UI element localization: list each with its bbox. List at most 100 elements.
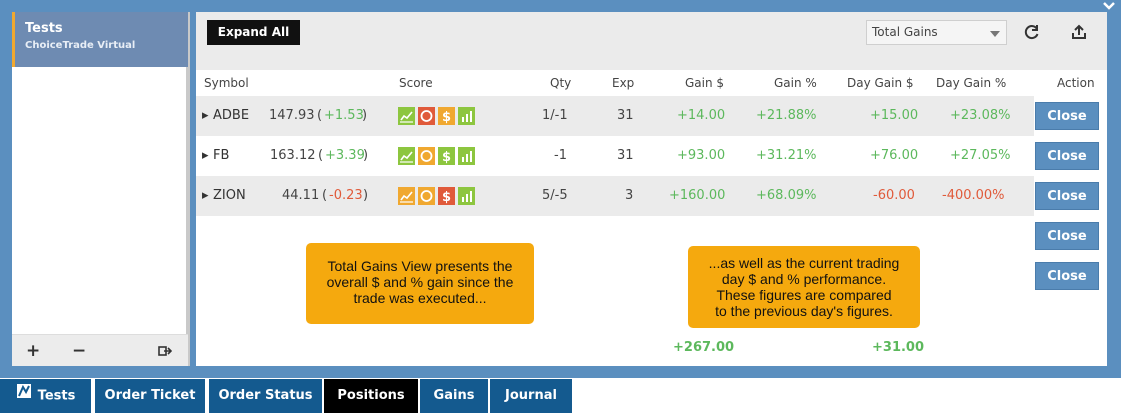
callout-total-gains: Total Gains View presents the overall $ …: [306, 243, 534, 324]
circle-icon[interactable]: [418, 107, 435, 125]
table-row[interactable]: ▸ ZION 44.11 ( -0.23 ) $ 5/-5 3 +160.00 …: [196, 176, 1034, 216]
day-gain: -60.00: [873, 188, 915, 203]
svg-text:$: $: [442, 190, 451, 205]
callout-line: day $ and % performance.: [721, 271, 887, 287]
tab-journal[interactable]: Journal: [490, 379, 574, 413]
table-header: Symbol Score Qty Exp Gain $ Gain % Day G…: [196, 72, 1107, 94]
close-button[interactable]: Close: [1035, 182, 1099, 210]
trend-chart-icon[interactable]: [398, 147, 415, 165]
qty: -1: [554, 148, 567, 163]
accounts-panel: Tests ChoiceTrade Virtual + −: [12, 12, 190, 366]
col-day-gain[interactable]: Day Gain $: [847, 76, 914, 90]
total-gain: +267.00: [673, 340, 735, 355]
tab-order-status[interactable]: Order Status: [209, 379, 324, 413]
exp: 31: [617, 108, 634, 123]
accounts-footer: + −: [12, 334, 188, 366]
expand-arrow-icon[interactable]: ▸: [202, 176, 209, 216]
callout-line: to the previous day's figures.: [715, 303, 893, 319]
callout-day-performance: ...as well as the current trading day $ …: [688, 246, 920, 328]
col-qty[interactable]: Qty: [550, 76, 571, 90]
exp: 31: [617, 148, 634, 163]
expand-arrow-icon[interactable]: ▸: [202, 136, 209, 176]
gain-pct: +68.09%: [756, 188, 817, 203]
price-change: +3.39: [325, 148, 365, 163]
day-gain-pct: +23.08%: [950, 108, 1011, 123]
account-icon: [16, 379, 32, 413]
symbol[interactable]: ZION: [213, 176, 246, 216]
gain: +14.00: [677, 108, 726, 123]
callout-line: Total Gains View presents the: [327, 258, 513, 274]
callout-line: overall $ and % gain since the: [326, 274, 514, 290]
view-select-value: Total Gains: [872, 25, 938, 39]
tab-order-ticket[interactable]: Order Ticket: [95, 379, 207, 413]
gain-pct: +31.21%: [756, 148, 817, 163]
table-row[interactable]: ▸ FB 163.12 ( +3.39 ) $ -1 31 +93.00 +31…: [196, 136, 1034, 176]
close-button[interactable]: Close: [1035, 142, 1099, 170]
bar-chart-icon[interactable]: [458, 187, 475, 205]
total-day-gain: +31.00: [872, 340, 925, 355]
trend-chart-icon[interactable]: [398, 107, 415, 125]
col-action[interactable]: Action: [1057, 76, 1095, 90]
price-change: +1.53: [324, 108, 364, 123]
day-gain-pct: -400.00%: [942, 188, 1005, 203]
price: 147.93: [269, 108, 315, 123]
upload-icon[interactable]: [1069, 22, 1089, 42]
account-item[interactable]: Tests ChoiceTrade Virtual: [12, 12, 188, 67]
expand-arrow-icon[interactable]: ▸: [202, 96, 209, 136]
gain-pct: +21.88%: [756, 108, 817, 123]
price-change: -0.23: [329, 188, 363, 203]
toolbar: Expand All Total Gains: [196, 12, 1107, 70]
table-row[interactable]: ▸ ADBE 147.93 ( +1.53 ) $ 1/-1 31 +14.00…: [196, 96, 1034, 136]
qty: 1/-1: [542, 108, 568, 123]
col-score[interactable]: Score: [399, 76, 433, 90]
close-button[interactable]: Close: [1035, 222, 1099, 250]
qty: 5/-5: [542, 188, 568, 203]
tab-gains[interactable]: Gains: [420, 379, 490, 413]
callout-line: These figures are compared: [716, 287, 892, 303]
day-gain: +15.00: [870, 108, 919, 123]
price: 163.12: [270, 148, 316, 163]
tab-label: Tests: [37, 388, 76, 404]
col-day-gain-pct[interactable]: Day Gain %: [936, 76, 1006, 90]
tab-positions[interactable]: Positions: [324, 379, 420, 413]
dollar-icon[interactable]: $: [438, 107, 455, 125]
circle-icon[interactable]: [418, 147, 435, 165]
positions-window: Tests ChoiceTrade Virtual + − Expand All…: [0, 0, 1121, 378]
col-symbol[interactable]: Symbol: [204, 76, 249, 90]
col-gain-pct[interactable]: Gain %: [774, 76, 817, 90]
positions-panel: Expand All Total Gains Symbol Score Qty …: [196, 12, 1107, 366]
add-account-button[interactable]: +: [26, 341, 40, 361]
price: 44.11: [282, 188, 320, 203]
caret-down-icon: [990, 31, 1000, 37]
symbol[interactable]: ADBE: [213, 96, 249, 136]
tab-tests[interactable]: Tests: [0, 379, 93, 413]
expand-all-button[interactable]: Expand All: [207, 20, 300, 45]
account-name: Tests: [25, 21, 63, 36]
callout-line: trade was executed...: [353, 290, 487, 306]
close-button[interactable]: Close: [1035, 102, 1099, 130]
account-type: ChoiceTrade Virtual: [25, 40, 136, 51]
day-gain: +76.00: [870, 148, 919, 163]
gain: +160.00: [669, 188, 726, 203]
callout-line: ...as well as the current trading: [708, 255, 900, 271]
gain: +93.00: [677, 148, 726, 163]
exp: 3: [625, 188, 634, 203]
svg-text:$: $: [442, 150, 451, 165]
col-gain[interactable]: Gain $: [685, 76, 724, 90]
export-icon[interactable]: [158, 343, 173, 363]
refresh-icon[interactable]: [1022, 22, 1042, 42]
col-exp[interactable]: Exp: [612, 76, 634, 90]
view-select[interactable]: Total Gains: [866, 20, 1007, 45]
svg-text:$: $: [442, 110, 451, 125]
day-gain-pct: +27.05%: [950, 148, 1011, 163]
dollar-icon[interactable]: $: [438, 187, 455, 205]
circle-icon[interactable]: [418, 187, 435, 205]
bar-chart-icon[interactable]: [458, 147, 475, 165]
bottom-tab-bar: Tests Order Ticket Order Status Position…: [0, 379, 1121, 413]
remove-account-button[interactable]: −: [72, 341, 86, 361]
dollar-icon[interactable]: $: [438, 147, 455, 165]
trend-chart-icon[interactable]: [398, 187, 415, 205]
close-button[interactable]: Close: [1035, 262, 1099, 290]
symbol[interactable]: FB: [213, 136, 229, 176]
bar-chart-icon[interactable]: [458, 107, 475, 125]
